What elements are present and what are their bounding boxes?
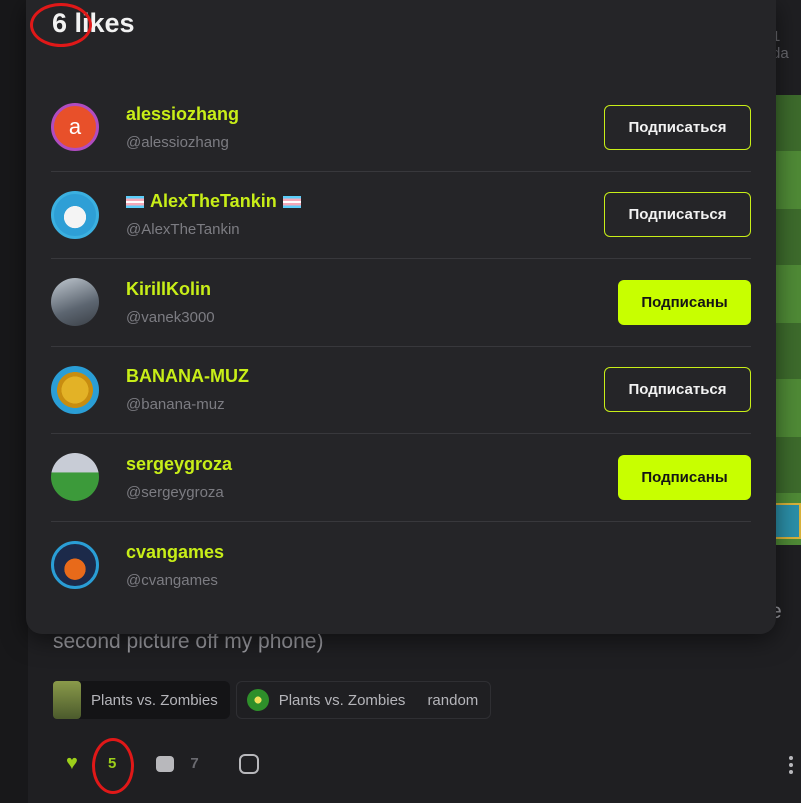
user-handle: @vanek3000 bbox=[126, 308, 215, 326]
share-icon[interactable] bbox=[238, 753, 259, 774]
list-item: AlexTheTankin @AlexTheTankin Подписаться bbox=[51, 172, 751, 259]
avatar[interactable] bbox=[51, 453, 99, 502]
following-button[interactable]: Подписаны bbox=[618, 454, 751, 500]
comment-count[interactable]: 7 bbox=[190, 755, 198, 772]
list-item: BANANA-MUZ @banana-muz Подписаться bbox=[51, 347, 751, 434]
user-handle: @banana-muz bbox=[126, 396, 225, 414]
trans-flag-icon bbox=[126, 195, 144, 208]
avatar[interactable] bbox=[51, 365, 99, 414]
annotation-circle bbox=[92, 738, 134, 794]
more-options-icon[interactable] bbox=[789, 756, 793, 777]
avatar-letter: a bbox=[68, 114, 82, 140]
tag-game[interactable]: Plants vs. Zombies bbox=[53, 681, 230, 719]
following-button[interactable]: Подписаны bbox=[618, 279, 751, 325]
tag-label: random bbox=[427, 691, 479, 709]
user-name[interactable]: cvangames bbox=[126, 542, 224, 563]
likes-modal: 6 likes a alessiozhang @alessiozhang Под… bbox=[26, 0, 776, 634]
tag-label: Plants vs. Zombies bbox=[278, 691, 406, 709]
user-handle: @alessiozhang bbox=[126, 133, 229, 151]
follow-button[interactable]: Подписаться bbox=[604, 367, 751, 413]
likers-list: a alessiozhang @alessiozhang Подписаться… bbox=[51, 84, 751, 609]
user-name[interactable]: alessiozhang bbox=[126, 104, 239, 125]
game-thumbnail-icon bbox=[53, 681, 81, 719]
user-handle: @cvangames bbox=[126, 571, 218, 589]
list-item: sergeygroza @sergeygroza Подписаны bbox=[51, 434, 751, 522]
user-name[interactable]: BANANA-MUZ bbox=[126, 366, 249, 387]
flower-icon bbox=[246, 689, 269, 711]
user-name[interactable]: AlexTheTankin bbox=[126, 191, 301, 212]
avatar[interactable] bbox=[51, 278, 99, 327]
follow-button[interactable]: Подписаться bbox=[604, 104, 751, 150]
list-item: KirillKolin @vanek3000 Подписаны bbox=[51, 259, 751, 347]
avatar[interactable] bbox=[51, 190, 99, 239]
heart-icon[interactable]: ♥ bbox=[66, 752, 88, 775]
user-handle: @AlexTheTankin bbox=[126, 221, 240, 239]
post-tags: Plants vs. Zombies Plants vs. Zombies ra… bbox=[53, 681, 492, 719]
list-item: cvangames @cvangames bbox=[51, 522, 751, 610]
avatar[interactable]: a bbox=[51, 103, 99, 152]
user-name[interactable]: KirillKolin bbox=[126, 279, 215, 300]
annotation-circle bbox=[30, 3, 92, 47]
list-item: a alessiozhang @alessiozhang Подписаться bbox=[51, 84, 751, 172]
tag-community[interactable]: Plants vs. Zombies random bbox=[235, 681, 492, 719]
trans-flag-icon bbox=[282, 195, 301, 208]
comment-icon[interactable] bbox=[156, 755, 175, 772]
game-arrow-icon bbox=[772, 503, 801, 539]
post-timestamp: 1 da bbox=[772, 28, 789, 62]
avatar[interactable] bbox=[51, 541, 99, 590]
user-name[interactable]: sergeygroza bbox=[126, 454, 232, 475]
user-handle: @sergeygroza bbox=[126, 483, 224, 501]
follow-button[interactable]: Подписаться bbox=[604, 192, 751, 238]
tag-label: Plants vs. Zombies bbox=[91, 691, 218, 709]
